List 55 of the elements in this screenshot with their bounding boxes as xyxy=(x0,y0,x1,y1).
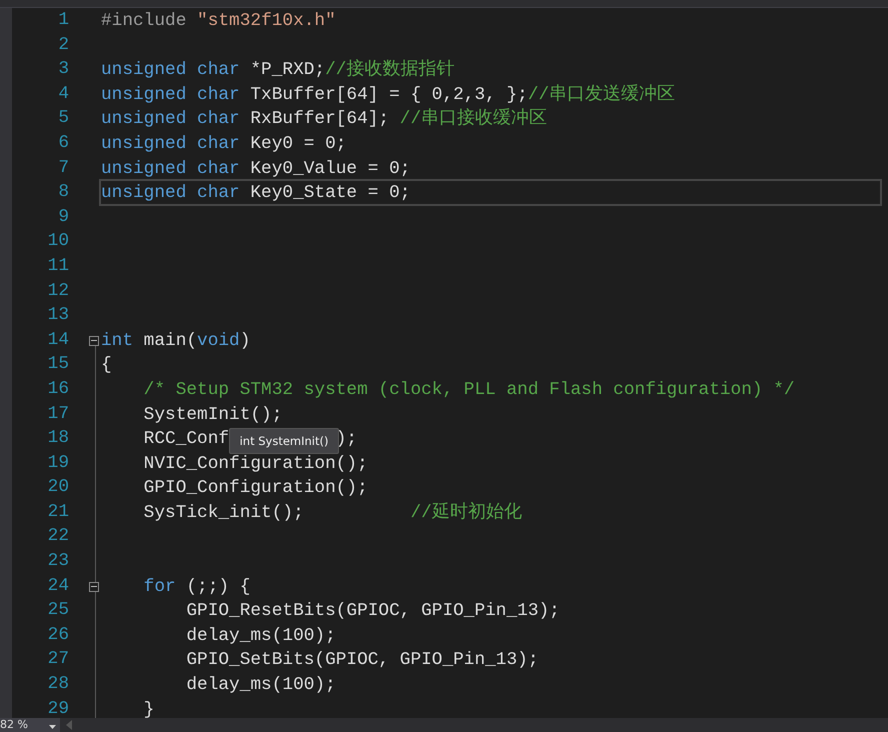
line-number: 4 xyxy=(58,82,69,106)
code-line: NVIC_Configuration(); xyxy=(142,454,368,474)
line-number: 20 xyxy=(48,476,69,500)
code-line: unsigned char RxBuffer[64]; //串口接收缓冲区 xyxy=(101,109,548,130)
line-number: 22 xyxy=(48,525,69,548)
caret-icon xyxy=(49,724,56,728)
line-number: 21 xyxy=(48,500,69,524)
code-line: unsigned char Key0 = 0; xyxy=(101,134,346,154)
code-line: delay_ms(100); xyxy=(185,675,336,696)
line-number: 23 xyxy=(48,550,69,574)
line-number: 12 xyxy=(48,280,69,303)
line-number: 5 xyxy=(58,107,69,130)
code-line: /* Setup STM32 system (clock, PLL and Flash configuration) */ xyxy=(142,380,795,400)
line-number: 17 xyxy=(48,402,69,426)
code-line: SystemInit(); xyxy=(142,404,282,424)
line-number: 25 xyxy=(48,599,69,622)
line-number: 24 xyxy=(48,574,69,598)
code-line: GPIO_SetBits(GPIOC, GPIO_Pin_13); xyxy=(185,650,538,670)
line-number: 10 xyxy=(48,230,69,254)
line-number: 18 xyxy=(48,427,69,450)
code-line: delay_ms(100); xyxy=(185,626,336,646)
code-line: SysTick_init(); //延时初始化 xyxy=(142,502,522,523)
code-line: unsigned char Key0_State = 0; xyxy=(101,183,410,204)
line-number: 7 xyxy=(58,156,69,180)
line-number: 6 xyxy=(58,132,69,155)
code-line: } xyxy=(142,700,154,718)
line-number: 19 xyxy=(48,452,69,475)
zoom-dropdown[interactable]: 82 % xyxy=(0,718,60,732)
collapse-icon[interactable] xyxy=(89,336,99,346)
code-line: #include "stm32f10x.h" xyxy=(101,11,336,31)
line-number: 27 xyxy=(48,648,69,672)
code-text: RCC_Conf xyxy=(142,429,230,450)
line-number: 1 xyxy=(58,9,69,32)
code-line: GPIO_Configuration(); xyxy=(142,478,368,498)
line-number: 9 xyxy=(58,206,69,229)
tooltip: int SystemInit() xyxy=(229,428,340,454)
line-number: 13 xyxy=(48,304,69,328)
line-number: 29 xyxy=(48,698,69,718)
code-line: unsigned char Key0_Value = 0; xyxy=(101,158,410,179)
collapse-icon[interactable] xyxy=(89,582,99,592)
code-line: unsigned char TxBuffer[64] = { 0,2,3, };//串口发送缓冲区 xyxy=(101,84,676,105)
line-number: 3 xyxy=(58,58,69,82)
code-line: int main(void) xyxy=(101,330,250,351)
line-number: 26 xyxy=(48,624,69,647)
line-number: 14 xyxy=(48,328,69,352)
line-number: 28 xyxy=(48,673,69,696)
code-line: { xyxy=(101,355,112,376)
line-number: 16 xyxy=(48,378,69,401)
code-line: unsigned char *P_RXD;//接收数据指针 xyxy=(101,60,454,80)
line-number: 8 xyxy=(58,181,69,204)
line-number: 15 xyxy=(48,353,69,376)
line-number: 2 xyxy=(58,34,69,57)
line-number: 11 xyxy=(48,254,69,278)
code-line: GPIO_ResetBits(GPIOC, GPIO_Pin_13); xyxy=(185,601,560,622)
code-line: for (;;) { xyxy=(142,576,250,597)
